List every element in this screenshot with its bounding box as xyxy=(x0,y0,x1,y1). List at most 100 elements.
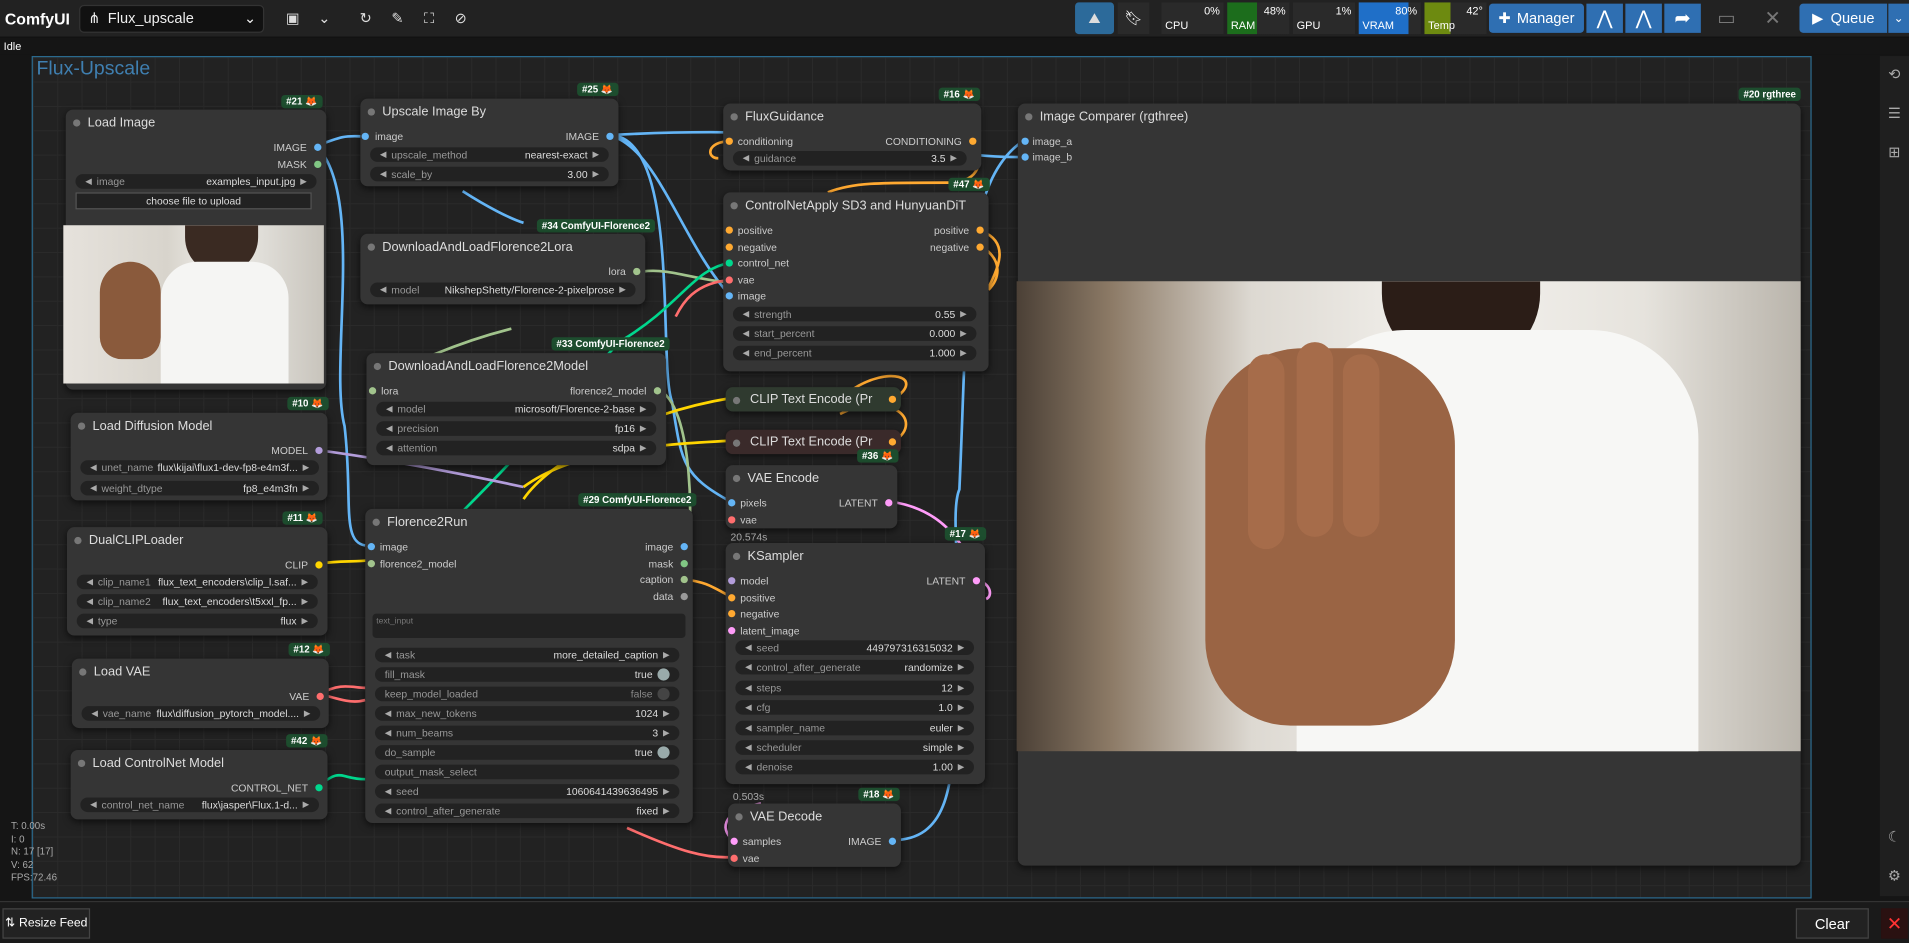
settings-gear-icon[interactable]: ⚙ xyxy=(1886,867,1903,884)
output-image-slot[interactable] xyxy=(680,543,688,551)
clear-button[interactable]: Clear xyxy=(1795,908,1869,939)
cfg-widget[interactable]: cfg1.0 xyxy=(735,700,974,715)
lora-model-widget[interactable]: modelNikshepShetty/Florence-2-pixelprose xyxy=(370,282,636,298)
precision-widget[interactable]: precisionfp16 xyxy=(376,421,657,436)
node-flux-guidance[interactable]: FluxGuidance conditioning CONDITIONING g… xyxy=(723,103,982,171)
input-florence2-model-slot[interactable] xyxy=(367,560,375,568)
strength-widget[interactable]: strength0.55 xyxy=(732,306,977,322)
output-conditioning-slot[interactable] xyxy=(888,395,897,403)
seed-widget[interactable]: seed449797316315032 xyxy=(735,640,974,656)
node-download-florence2-model[interactable]: DownloadAndLoadFlorence2Model lora flore… xyxy=(366,353,666,466)
node-load-image[interactable]: Load Image IMAGE MASK imageexamples_inpu… xyxy=(63,109,327,390)
output-image-slot[interactable] xyxy=(314,143,322,151)
output-data-slot[interactable] xyxy=(680,592,688,601)
output-image-slot[interactable] xyxy=(606,132,614,141)
denoise-widget[interactable]: denoise1.00 xyxy=(735,759,974,775)
steps-widget[interactable]: steps12 xyxy=(735,680,974,696)
scheduler-widget[interactable]: schedulersimple xyxy=(735,740,974,755)
do-sample-toggle[interactable]: do_sample true xyxy=(374,745,680,760)
input-image-slot[interactable] xyxy=(367,543,375,551)
seed-widget[interactable]: seed1060641439636495 xyxy=(374,784,680,799)
output-latent-slot[interactable] xyxy=(972,577,981,585)
weight-dtype-widget[interactable]: weight_dtypefp8_e4m3fn xyxy=(80,480,319,496)
input-image-slot[interactable] xyxy=(361,132,369,141)
theme-moon-icon[interactable]: ☾ xyxy=(1886,828,1903,845)
control-after-generate-widget[interactable]: control_after_generatefixed xyxy=(374,803,680,819)
node-load-diffusion-model[interactable]: Load Diffusion Model MODEL unet_nameflux… xyxy=(70,412,328,501)
node-controlnet-apply[interactable]: ControlNetApply SD3 and HunyuanDiT posit… xyxy=(723,192,989,372)
input-lora-slot[interactable] xyxy=(368,387,377,395)
max-new-tokens-widget[interactable]: max_new_tokens1024 xyxy=(374,706,680,721)
input-negative-slot[interactable] xyxy=(728,609,736,618)
input-vae-slot[interactable] xyxy=(725,276,733,284)
num-beams-widget[interactable]: num_beams3 xyxy=(374,725,680,741)
attention-widget[interactable]: attentionsdpa xyxy=(376,440,657,456)
close-feed-icon[interactable]: ✕ xyxy=(1881,908,1908,939)
choose-file-button[interactable]: choose file to upload xyxy=(75,192,312,210)
comparison-image[interactable] xyxy=(1016,281,1801,752)
node-image-comparer[interactable]: Image Comparer (rgthree) image_a image_b xyxy=(1016,103,1801,866)
node-ksampler[interactable]: KSampler model positive negative latent_… xyxy=(725,543,985,785)
image-widget[interactable]: imageexamples_input.jpg xyxy=(75,174,317,189)
start-percent-widget[interactable]: start_percent0.000 xyxy=(732,326,977,341)
clip-name1-widget[interactable]: clip_name1flux_text_encoders\clip_l.saf.… xyxy=(76,574,318,590)
input-vae-slot[interactable] xyxy=(728,516,736,524)
control-after-generate-widget[interactable]: control_after_generaterandomize xyxy=(735,659,974,675)
upscale-method-widget[interactable]: upscale_methodnearest-exact xyxy=(370,147,609,162)
input-positive-slot[interactable] xyxy=(725,226,733,234)
output-florence2-model-slot[interactable] xyxy=(653,387,662,395)
florence-model-widget[interactable]: modelmicrosoft/Florence-2-base xyxy=(376,401,657,417)
input-vae-slot[interactable] xyxy=(730,854,738,862)
input-latent-image-slot[interactable] xyxy=(728,627,736,635)
text-input-field[interactable]: text_input xyxy=(372,613,686,638)
resize-feed-button[interactable]: ⇅ Resize Feed xyxy=(2,908,91,939)
guidance-widget[interactable]: guidance3.5 xyxy=(732,150,967,166)
clip-type-widget[interactable]: typeflux xyxy=(76,613,318,629)
clip-name2-widget[interactable]: clip_name2flux_text_encoders\t5xxl_fp... xyxy=(76,594,318,609)
output-latent-slot[interactable] xyxy=(885,499,893,507)
input-image-slot[interactable] xyxy=(725,292,733,300)
input-image-b-slot[interactable] xyxy=(1021,153,1029,161)
output-mask-select-field[interactable]: output_mask_select xyxy=(374,764,680,780)
keep-model-loaded-toggle[interactable]: keep_model_loaded false xyxy=(374,686,680,702)
input-image-a-slot[interactable] xyxy=(1021,137,1029,145)
output-conditioning-slot[interactable] xyxy=(969,137,977,145)
output-lora-slot[interactable] xyxy=(633,267,641,276)
scale-by-widget[interactable]: scale_by3.00 xyxy=(370,166,609,182)
node-load-controlnet-model[interactable]: Load ControlNet Model CONTROL_NET contro… xyxy=(70,749,328,820)
history-icon[interactable]: ⟲ xyxy=(1886,66,1903,83)
input-conditioning-slot[interactable] xyxy=(725,137,733,145)
unet-name-widget[interactable]: unet_nameflux\kijai\flux1-dev-fp8-e4m3f.… xyxy=(80,460,319,475)
output-vae-slot[interactable] xyxy=(316,692,324,701)
output-mask-slot[interactable] xyxy=(314,160,322,169)
input-negative-slot[interactable] xyxy=(725,243,733,251)
node-clip-text-encode-positive[interactable]: CLIP Text Encode (Pr xyxy=(725,387,901,412)
output-positive-slot[interactable] xyxy=(976,226,984,234)
output-control-net-slot[interactable] xyxy=(315,784,323,792)
node-upscale-image-by[interactable]: Upscale Image By image IMAGE upscale_met… xyxy=(360,98,619,187)
input-model-slot[interactable] xyxy=(728,577,736,585)
task-widget[interactable]: taskmore_detailed_caption xyxy=(374,647,680,663)
input-positive-slot[interactable] xyxy=(728,594,736,602)
node-florence2-run[interactable]: Florence2Run image florence2_model image… xyxy=(365,508,693,824)
node-load-vae[interactable]: Load VAE VAE vae_nameflux\diffusion_pyto… xyxy=(71,658,329,729)
output-clip-slot[interactable] xyxy=(315,561,323,569)
input-samples-slot[interactable] xyxy=(730,837,738,845)
output-model-slot[interactable] xyxy=(315,446,323,455)
sampler-name-widget[interactable]: sampler_nameeuler xyxy=(735,720,974,736)
output-conditioning-slot[interactable] xyxy=(888,438,897,446)
output-negative-slot[interactable] xyxy=(976,243,984,251)
node-dual-clip-loader[interactable]: DualCLIPLoader CLIP clip_name1flux_text_… xyxy=(66,527,328,636)
vae-name-widget[interactable]: vae_nameflux\diffusion_pytorch_model.... xyxy=(81,706,321,721)
input-control-net-slot[interactable] xyxy=(725,259,733,267)
node-tree-icon[interactable]: ⊞ xyxy=(1886,144,1903,161)
queue-list-icon[interactable]: ☰ xyxy=(1886,105,1903,122)
output-caption-slot[interactable] xyxy=(680,575,688,584)
output-image-slot[interactable] xyxy=(888,837,897,845)
fill-mask-toggle[interactable]: fill_mask true xyxy=(374,667,680,682)
node-vae-decode[interactable]: VAE Decode samples vae IMAGE xyxy=(728,803,901,867)
node-download-florence2-lora[interactable]: DownloadAndLoadFlorence2Lora lora modelN… xyxy=(360,233,646,305)
node-vae-encode[interactable]: VAE Encode pixels vae LATENT xyxy=(725,465,898,529)
end-percent-widget[interactable]: end_percent1.000 xyxy=(732,345,977,361)
control-net-name-widget[interactable]: control_net_nameflux\jasper\Flux.1-d... xyxy=(80,797,319,813)
